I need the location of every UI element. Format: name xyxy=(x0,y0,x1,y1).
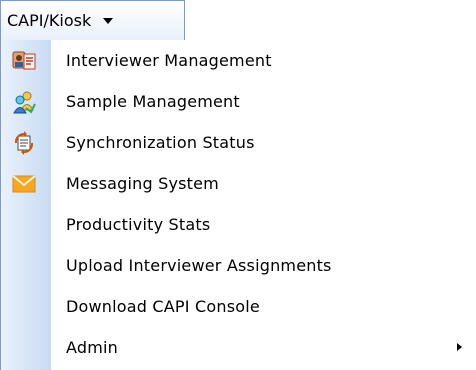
interviewer-card-icon xyxy=(12,49,36,73)
menu-item-upload-interviewer-assignments[interactable]: Upload Interviewer Assignments xyxy=(0,245,476,286)
sync-refresh-icon xyxy=(12,131,36,155)
menu-item-label: Download CAPI Console xyxy=(66,297,260,316)
capi-kiosk-menu-button[interactable]: CAPI/Kiosk xyxy=(0,0,185,40)
chevron-right-icon xyxy=(457,343,462,351)
menu-item-download-capi-console[interactable]: Download CAPI Console xyxy=(0,286,476,327)
menu-item-synchronization-status[interactable]: Synchronization Status xyxy=(0,122,476,163)
menu-item-label: Interviewer Management xyxy=(66,51,272,70)
menu-item-label: Admin xyxy=(66,338,118,357)
menu-item-messaging-system[interactable]: Messaging System xyxy=(0,163,476,204)
menu-item-label: Messaging System xyxy=(66,174,219,193)
menu-item-label: Productivity Stats xyxy=(66,215,211,234)
menu-item-label: Synchronization Status xyxy=(66,133,255,152)
chevron-down-icon xyxy=(103,17,114,24)
envelope-icon xyxy=(12,172,36,196)
capi-kiosk-dropdown: Interviewer Management Sample Management xyxy=(0,40,476,370)
menu-item-label: Sample Management xyxy=(66,92,240,111)
menu-item-admin[interactable]: Admin xyxy=(0,327,476,368)
menu-item-interviewer-management[interactable]: Interviewer Management xyxy=(0,40,476,81)
menu-item-productivity-stats[interactable]: Productivity Stats xyxy=(0,204,476,245)
menu-item-label: Upload Interviewer Assignments xyxy=(66,256,332,275)
menu-title: CAPI/Kiosk xyxy=(7,11,92,30)
sample-people-icon xyxy=(12,90,36,114)
menu-item-sample-management[interactable]: Sample Management xyxy=(0,81,476,122)
